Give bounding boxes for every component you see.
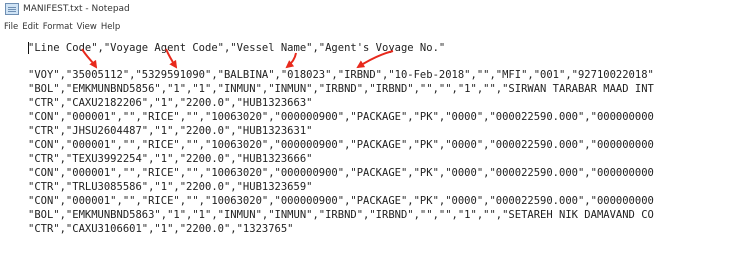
menu-view[interactable]: View <box>77 22 97 32</box>
editor-line: "CTR","TEXU3992254","1","2200.0","HUB132… <box>28 153 313 165</box>
editor-line: "CTR","CAXU2182206","1","2200.0","HUB132… <box>28 97 313 109</box>
editor-line: "CON","000001","","RICE","","10063020","… <box>28 111 654 123</box>
editor-line: "Line Code","Voyage Agent Code","Vessel … <box>28 42 446 54</box>
editor-line: "CON","000001","","RICE","","10063020","… <box>28 195 654 207</box>
menu-help[interactable]: Help <box>101 22 120 32</box>
window-title: MANIFEST.txt - Notepad <box>23 3 130 14</box>
editor-line: "CON","000001","","RICE","","10063020","… <box>28 167 654 179</box>
editor-line: "VOY","35005112","5329591090","BALBINA",… <box>28 69 654 81</box>
notepad-icon <box>5 2 19 15</box>
editor-line: "CTR","JHSU2604487","1","2200.0","HUB132… <box>28 125 313 137</box>
text-editor[interactable]: "Line Code","Voyage Agent Code","Vessel … <box>20 37 753 261</box>
editor-line: "CTR","CAXU3106601","1","2200.0","132376… <box>28 223 294 235</box>
editor-line: "BOL","EMKMUNBND5856","1","1","INMUN","I… <box>28 83 654 95</box>
menu-bar: File Edit Format View Help <box>0 20 753 34</box>
menu-file[interactable]: File <box>4 22 18 32</box>
menu-format[interactable]: Format <box>43 22 73 32</box>
editor-line: "CTR","TRLU3085586","1","2200.0","HUB132… <box>28 181 313 193</box>
editor-line: "CON","000001","","RICE","","10063020","… <box>28 139 654 151</box>
editor-line: "BOL","EMKMUNBND5863","1","1","INMUN","I… <box>28 209 654 221</box>
title-bar: MANIFEST.txt - Notepad <box>0 0 753 17</box>
menu-edit[interactable]: Edit <box>22 22 38 32</box>
